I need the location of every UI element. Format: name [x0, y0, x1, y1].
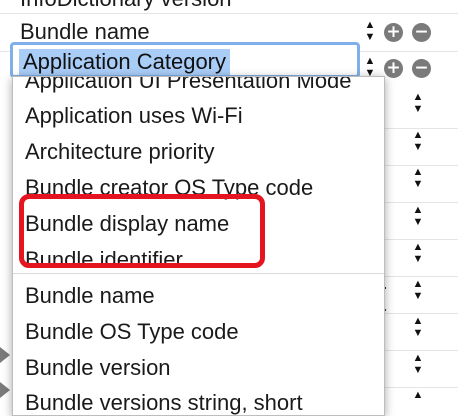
stepper-down-icon: ▼	[412, 253, 424, 265]
key-stepper[interactable]: ▲ ▼	[364, 20, 376, 46]
annotation-highlight	[19, 194, 265, 268]
list-separator	[13, 273, 384, 274]
stepper-down-icon: ▼	[412, 178, 424, 190]
stepper-down-icon: ▼	[412, 141, 424, 153]
list-item[interactable]: Architecture priority	[25, 139, 215, 165]
key-stepper[interactable]: ▲ ▼	[412, 242, 424, 268]
row-key-label: InfoDictionary version	[20, 0, 232, 12]
row-divider	[385, 276, 458, 277]
list-item[interactable]: Application UI Presentation Mode	[25, 77, 352, 94]
list-item[interactable]: Bundle name	[25, 283, 155, 309]
row-divider	[385, 239, 458, 240]
key-stepper[interactable]: ▲ ▼	[412, 279, 424, 305]
stepper-up-icon: ▲	[412, 389, 424, 401]
list-item[interactable]: Bundle version	[25, 355, 171, 381]
add-row-button[interactable]: +	[384, 23, 403, 42]
row-divider	[385, 202, 458, 203]
selected-key-text: Application Category	[19, 49, 231, 75]
disclosure-triangle-icon[interactable]	[0, 382, 10, 398]
key-stepper[interactable]: ▲ ▼	[412, 167, 424, 193]
stepper-down-icon: ▼	[364, 0, 376, 4]
key-stepper[interactable]: ▲ ▼	[412, 316, 424, 342]
key-stepper[interactable]: ▲ ▼	[412, 92, 424, 118]
disclosure-triangle-icon[interactable]	[0, 347, 10, 363]
stepper-down-icon: ▼	[364, 31, 376, 43]
stepper-down-icon: ▼	[412, 327, 424, 339]
remove-row-button[interactable]: −	[412, 23, 431, 42]
stepper-down-icon: ▼	[412, 103, 424, 115]
key-stepper[interactable]: ▲ ▼	[412, 353, 424, 379]
stepper-down-icon: ▼	[412, 290, 424, 302]
key-stepper[interactable]: ▲	[412, 390, 424, 416]
row-divider	[385, 313, 458, 314]
row-divider	[385, 387, 458, 388]
remove-row-button[interactable]: −	[412, 59, 431, 78]
key-combo-field[interactable]: Application Category	[10, 42, 360, 78]
list-item[interactable]: Bundle versions string, short	[25, 390, 303, 415]
add-row-button[interactable]: +	[384, 59, 403, 78]
list-item[interactable]: Bundle OS Type code	[25, 319, 239, 345]
key-stepper[interactable]: ▲ ▼	[412, 205, 424, 231]
stepper-down-icon: ▼	[412, 216, 424, 228]
key-stepper[interactable]: ▲ ▼	[412, 130, 424, 156]
list-item[interactable]: Application uses Wi-Fi	[25, 103, 243, 129]
stepper-down-icon: ▼	[412, 364, 424, 376]
table-row-partial[interactable]: InfoDictionary version ▼	[0, 0, 458, 14]
row-divider	[385, 350, 458, 351]
